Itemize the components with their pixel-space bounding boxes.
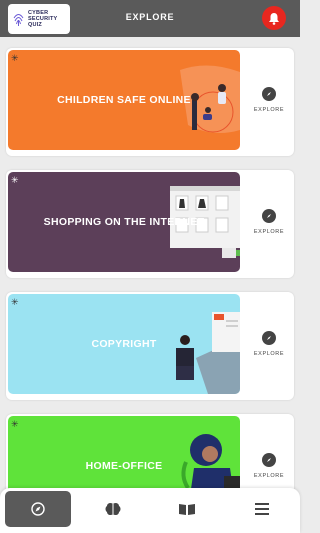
brain-icon — [105, 502, 121, 516]
compass-icon — [262, 453, 276, 467]
sparkle-icon: ✳ — [11, 53, 19, 63]
card-hero[interactable]: ✳ COPYRIGHT — [8, 294, 240, 394]
compass-icon — [262, 209, 276, 223]
page-title: EXPLORE — [125, 12, 175, 22]
nav-library[interactable] — [154, 491, 220, 527]
logo-text: CYBER SECURITY QUIZ — [28, 10, 58, 28]
nav-quiz[interactable] — [80, 491, 146, 527]
card-title: COPYRIGHT — [91, 338, 157, 350]
explore-button[interactable]: EXPLORE — [244, 48, 294, 152]
explore-label: EXPLORE — [253, 229, 285, 235]
bottom-navigation — [0, 488, 300, 533]
explore-button[interactable]: EXPLORE — [244, 292, 294, 396]
notifications-button[interactable] — [262, 6, 286, 30]
topic-card-children-safe-online[interactable]: ✳ CHILDREN SAFE ONLINE EXPLORE — [6, 48, 294, 156]
nav-menu[interactable] — [229, 491, 295, 527]
menu-icon — [255, 503, 269, 515]
compass-icon — [31, 502, 45, 516]
explore-label: EXPLORE — [253, 473, 285, 479]
explore-label: EXPLORE — [253, 107, 285, 113]
sparkle-icon: ✳ — [11, 175, 19, 185]
compass-icon — [262, 331, 276, 345]
explore-label: EXPLORE — [253, 351, 285, 357]
card-title: HOME-OFFICE — [85, 460, 163, 472]
app-logo[interactable]: CYBER SECURITY QUIZ — [8, 4, 70, 34]
compass-icon — [262, 87, 276, 101]
topic-card-copyright[interactable]: ✳ COPYRIGHT EXPLORE — [6, 292, 294, 400]
sparkle-icon: ✳ — [11, 419, 19, 429]
bell-icon — [269, 12, 279, 25]
fingerprint-icon — [13, 14, 24, 26]
explore-button[interactable]: EXPLORE — [244, 170, 294, 274]
card-title: CHILDREN SAFE ONLINE — [57, 94, 191, 106]
card-hero[interactable]: ✳ CHILDREN SAFE ONLINE — [8, 50, 240, 150]
nav-explore[interactable] — [5, 491, 71, 527]
topic-card-shopping-on-the-internet[interactable]: ✳ SHOPPING ON THE INTERNET EXPLORE — [6, 170, 294, 278]
card-title: SHOPPING ON THE INTERNET — [43, 216, 205, 228]
book-icon — [179, 503, 195, 515]
card-hero[interactable]: ✳ SHOPPING ON THE INTERNET — [8, 172, 240, 272]
app-header: CYBER SECURITY QUIZ EXPLORE — [0, 0, 300, 37]
sparkle-icon: ✳ — [11, 297, 19, 307]
